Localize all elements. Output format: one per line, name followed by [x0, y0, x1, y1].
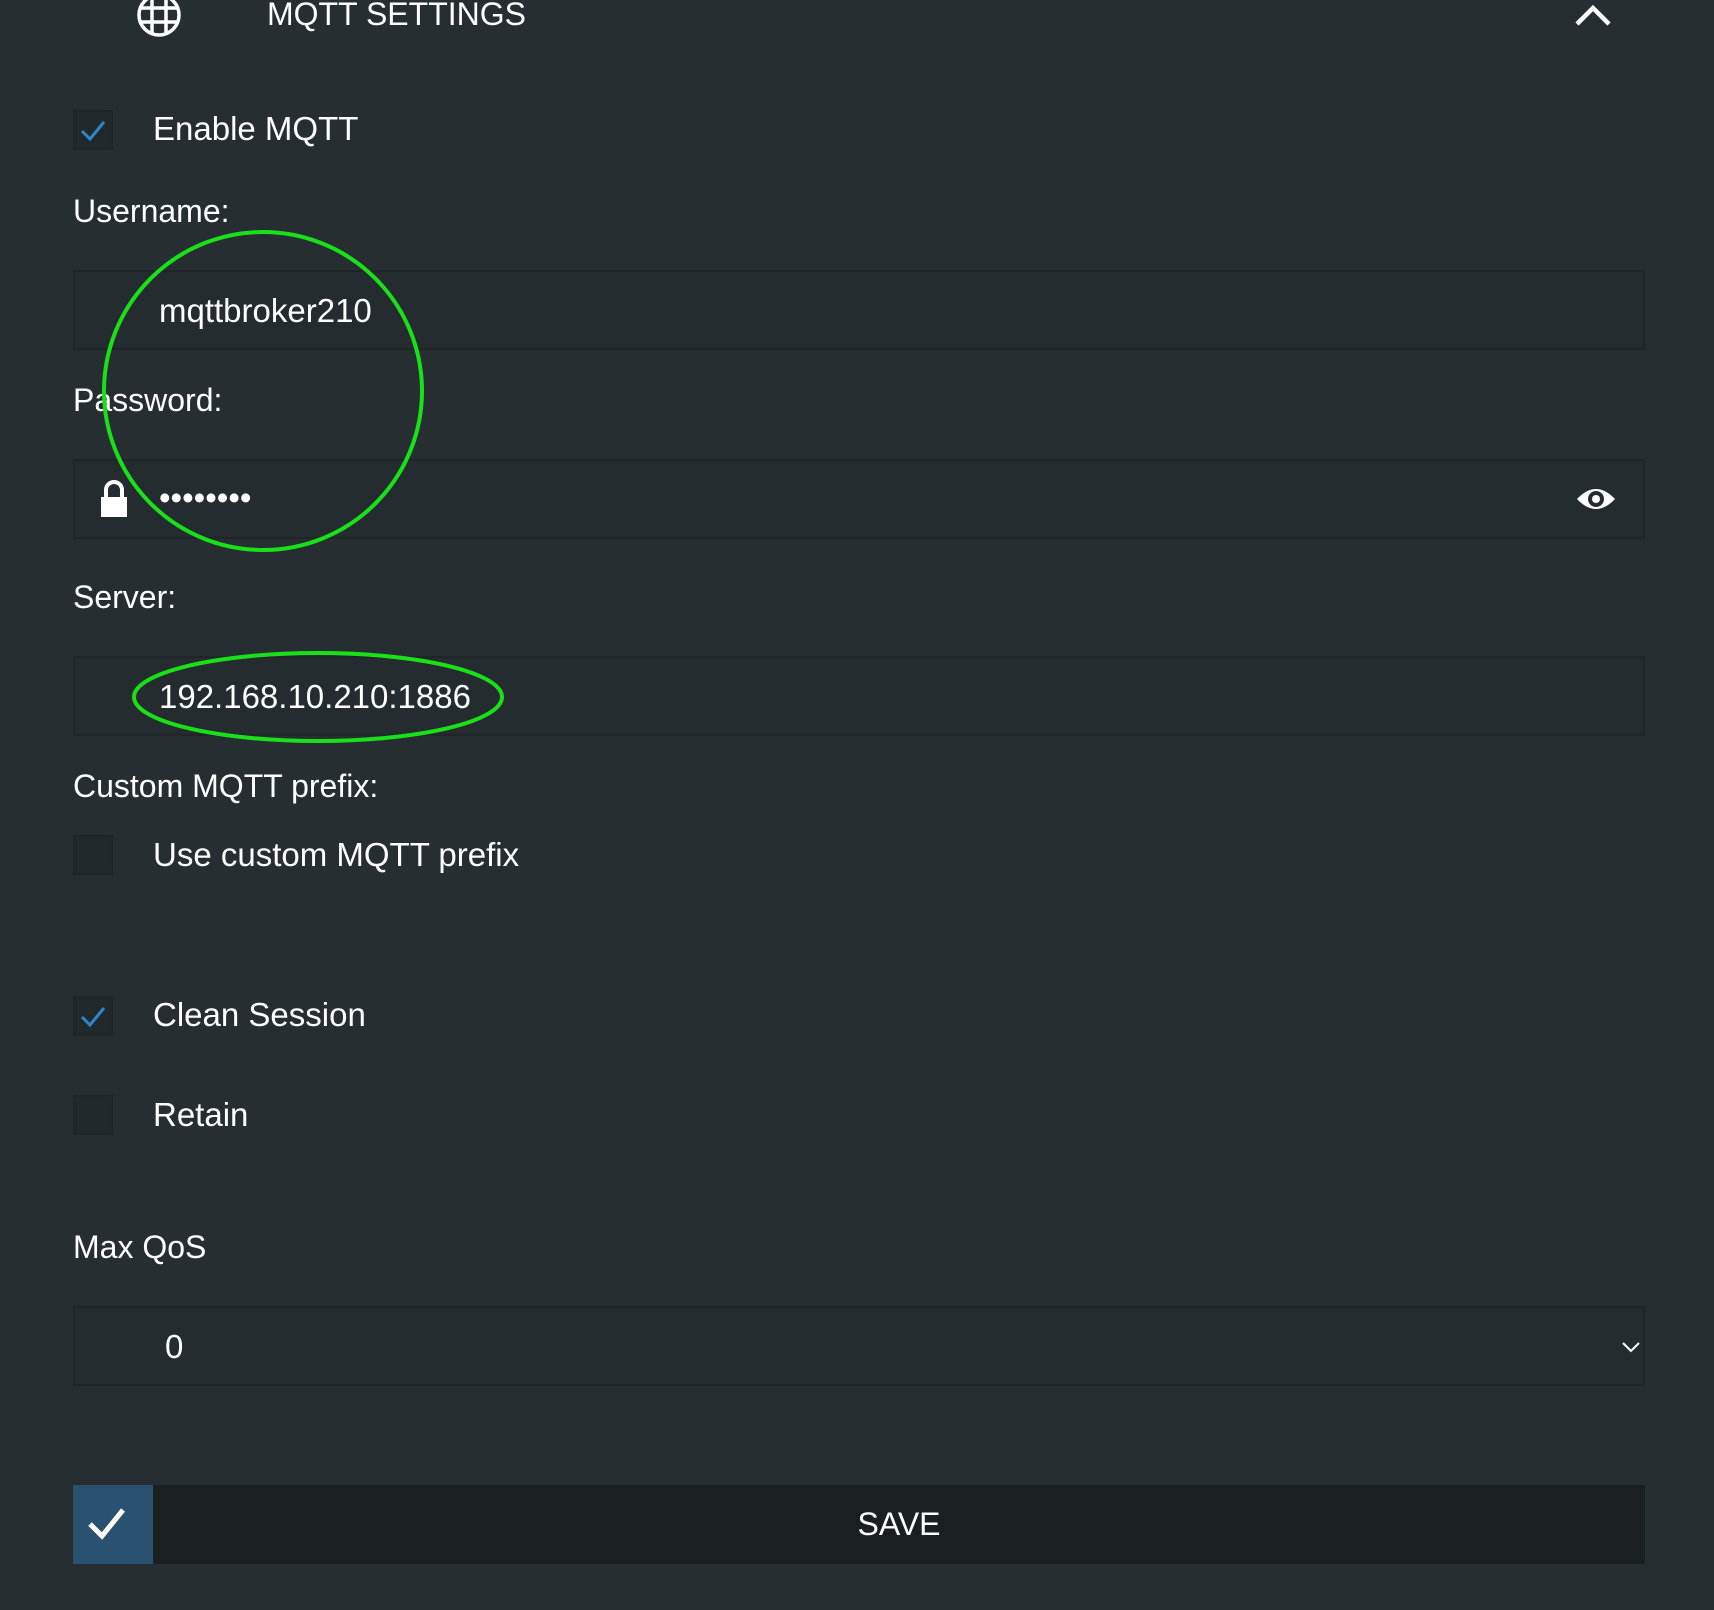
username-annotation-circle	[102, 230, 424, 552]
annotation-circles	[102, 230, 504, 743]
server-annotation-ellipse	[132, 651, 504, 743]
